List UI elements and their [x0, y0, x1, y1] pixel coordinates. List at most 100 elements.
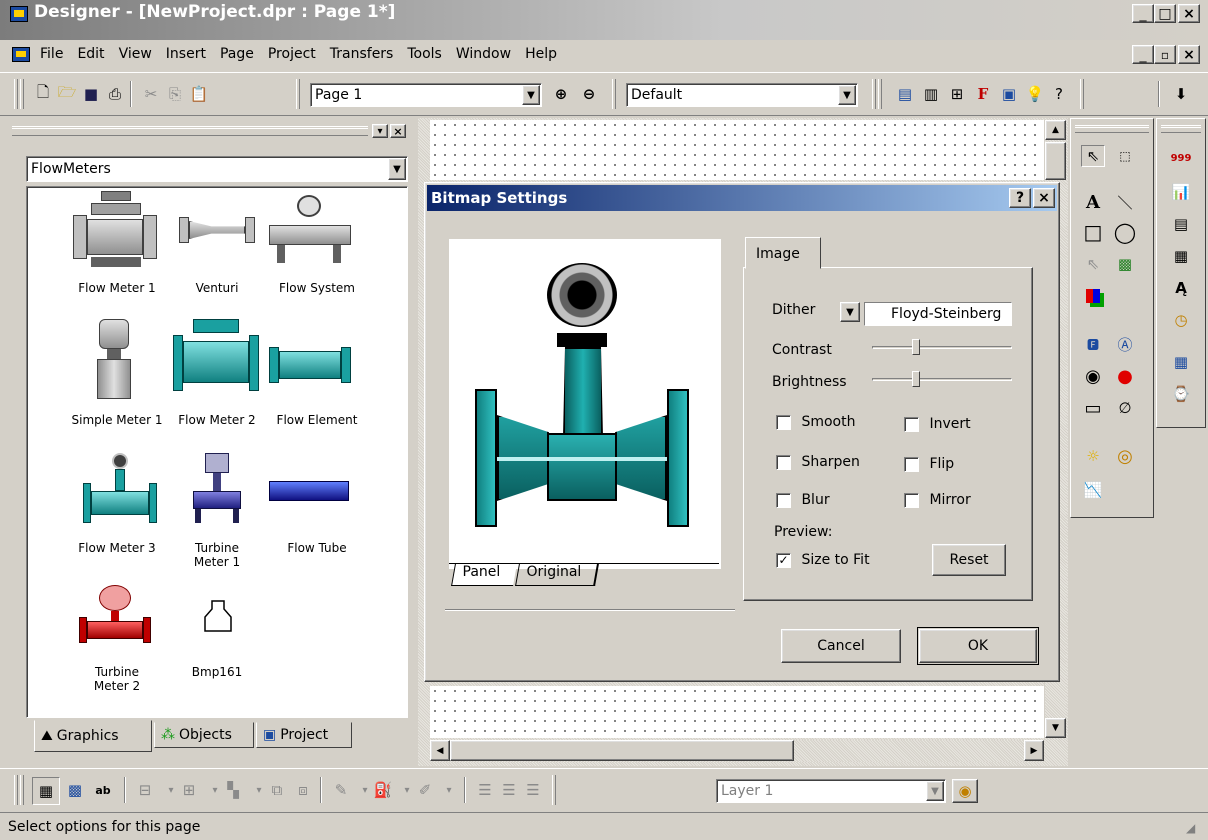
blur-option[interactable]: Blur	[776, 492, 830, 508]
blur-checkbox[interactable]	[776, 492, 791, 508]
font-icon[interactable]: F	[972, 83, 994, 105]
scroll-thumb[interactable]	[1045, 142, 1066, 180]
bulb-icon[interactable]: 💡	[1024, 83, 1046, 105]
maximize-button[interactable]: □	[1154, 4, 1176, 23]
toolbar-grip[interactable]	[14, 79, 18, 109]
bmp161-image[interactable]	[203, 599, 233, 633]
doc-minimize-button[interactable]: _	[1132, 45, 1154, 64]
sharpen-option[interactable]: Sharpen	[776, 454, 860, 470]
zoom-in-icon[interactable]: ⊕	[550, 83, 572, 105]
tab-objects[interactable]: ⁂ Objects	[154, 722, 254, 748]
chevron-down-icon[interactable]: ▼	[522, 85, 540, 105]
panel-close-button[interactable]: ×	[390, 124, 406, 138]
layers-icon[interactable]: ◉	[952, 779, 978, 803]
h-scroll-thumb[interactable]	[450, 740, 794, 761]
menu-window[interactable]: Window	[456, 46, 511, 62]
line-style-icon[interactable]: ✐	[414, 779, 436, 801]
button-tool-icon[interactable]: ▭	[1081, 397, 1105, 419]
tab-image[interactable]: Image	[745, 237, 821, 269]
flow-meter-1-image[interactable]	[73, 191, 157, 273]
dither-dropdown-button[interactable]: ▼	[840, 302, 860, 322]
rectangle-tool-icon[interactable]: □	[1081, 220, 1105, 244]
flip-checkbox[interactable]	[904, 456, 919, 472]
flip-option[interactable]: Flip	[904, 456, 954, 472]
sharpen-checkbox[interactable]	[776, 454, 791, 470]
align-right-icon[interactable]: ☰	[522, 779, 544, 801]
flow-system-image[interactable]	[267, 191, 353, 271]
tab-project[interactable]: ▣ Project	[256, 722, 352, 748]
text-frame-icon[interactable]: ab	[92, 779, 114, 801]
color-tool-icon[interactable]	[1081, 285, 1105, 307]
size-to-fit-option[interactable]: ✓ Size to Fit	[776, 552, 870, 568]
menu-transfers[interactable]: Transfers	[330, 46, 394, 62]
tab-panel[interactable]: Panel	[451, 564, 517, 586]
open-icon[interactable]: 🗁	[56, 83, 78, 105]
film-tool-icon[interactable]: ▦	[1169, 245, 1193, 267]
ungroup-icon[interactable]: ⧈	[292, 779, 314, 801]
layer-combo[interactable]: Layer 1 ▼	[716, 779, 946, 803]
display-tool-icon[interactable]: ▤	[1169, 213, 1193, 235]
flow-element-image[interactable]	[269, 347, 351, 383]
menu-view[interactable]: View	[119, 46, 152, 62]
style-combo[interactable]: Default ▼	[626, 83, 858, 107]
panel-pin-button[interactable]: ▾	[372, 124, 388, 138]
new-icon[interactable]: 🗋	[32, 83, 54, 105]
fill-color-icon[interactable]: ⛽	[372, 779, 394, 801]
font-style-tool-icon[interactable]: Ą	[1169, 277, 1193, 299]
group-icon[interactable]: ⧉	[266, 779, 288, 801]
cancel-button[interactable]: Cancel	[781, 629, 901, 663]
doc-close-button[interactable]: ×	[1178, 45, 1200, 64]
zoom-out-icon[interactable]: ⊖	[578, 83, 600, 105]
menu-insert[interactable]: Insert	[166, 46, 206, 62]
doc-restore-button[interactable]: ▫	[1154, 45, 1176, 64]
page-canvas[interactable]	[430, 120, 1044, 180]
print-icon[interactable]: ⎙	[104, 83, 126, 105]
bar-chart-tool-icon[interactable]: 📊	[1169, 181, 1193, 203]
lamp-tool-icon[interactable]: ●	[1113, 365, 1137, 387]
resize-grip-icon[interactable]: ◢	[1186, 821, 1195, 835]
download-icon[interactable]: ⬇	[1170, 83, 1192, 105]
dialog-close-button[interactable]: ×	[1033, 188, 1055, 208]
brightness-thumb[interactable]	[912, 371, 920, 387]
order-icon[interactable]: ▚	[222, 779, 244, 801]
page-canvas-bottom[interactable]	[430, 686, 1044, 738]
menu-edit[interactable]: Edit	[77, 46, 104, 62]
sun-tool-icon[interactable]: ☼	[1081, 445, 1105, 467]
align-center-icon[interactable]: ☰	[498, 779, 520, 801]
chevron-down-icon[interactable]: ▼	[838, 85, 856, 105]
f1-key-tool-icon[interactable]: 🅵	[1081, 333, 1105, 355]
tab-original[interactable]: Original	[515, 564, 599, 586]
copy-icon[interactable]: ⎘	[164, 83, 186, 105]
marquee-tool-icon[interactable]: ⬚	[1113, 145, 1137, 167]
ellipse-tool-icon[interactable]: ◯	[1113, 220, 1137, 244]
cut-icon[interactable]: ✂	[140, 83, 162, 105]
empty-set-tool-icon[interactable]: ∅	[1113, 397, 1137, 419]
contrast-slider[interactable]	[872, 338, 1012, 358]
clock-tool-icon[interactable]: ◷	[1169, 309, 1193, 331]
flow-meter-2-image[interactable]	[173, 319, 261, 405]
trend-tool-icon[interactable]: 📉	[1081, 479, 1105, 501]
category-combo[interactable]: FlowMeters ▼	[26, 156, 408, 182]
scroll-right-button[interactable]: ▶	[1024, 740, 1044, 761]
text-box-tool-icon[interactable]: Ⓐ	[1113, 333, 1137, 355]
chevron-down-icon[interactable]: ▼	[926, 781, 944, 801]
gauge-tool-icon[interactable]: ◎	[1113, 445, 1137, 467]
scroll-down-button[interactable]: ▼	[1045, 718, 1066, 738]
close-button[interactable]: ×	[1178, 4, 1200, 23]
pointer-tool-icon[interactable]: ⇖	[1081, 145, 1105, 167]
select-arrow-tool-icon[interactable]: ⇖	[1081, 253, 1105, 275]
chevron-down-icon[interactable]: ▼	[388, 158, 406, 180]
page-combo[interactable]: Page 1 ▼	[310, 83, 542, 107]
menu-tools[interactable]: Tools	[407, 46, 442, 62]
center-icon[interactable]: ⊞	[178, 779, 200, 801]
reset-button[interactable]: Reset	[932, 544, 1006, 576]
network-icon[interactable]: ⊞	[946, 83, 968, 105]
menu-file[interactable]: File	[40, 46, 63, 62]
radio-tool-icon[interactable]: ◉	[1081, 365, 1105, 387]
keypad-icon[interactable]: ▥	[920, 83, 942, 105]
counter-tool-icon[interactable]: 999	[1169, 147, 1193, 169]
simple-meter-image[interactable]	[95, 319, 135, 403]
flow-meter-3-image[interactable]	[83, 453, 157, 525]
scroll-up-button[interactable]: ▲	[1045, 120, 1066, 140]
ok-button[interactable]: OK	[917, 627, 1039, 665]
